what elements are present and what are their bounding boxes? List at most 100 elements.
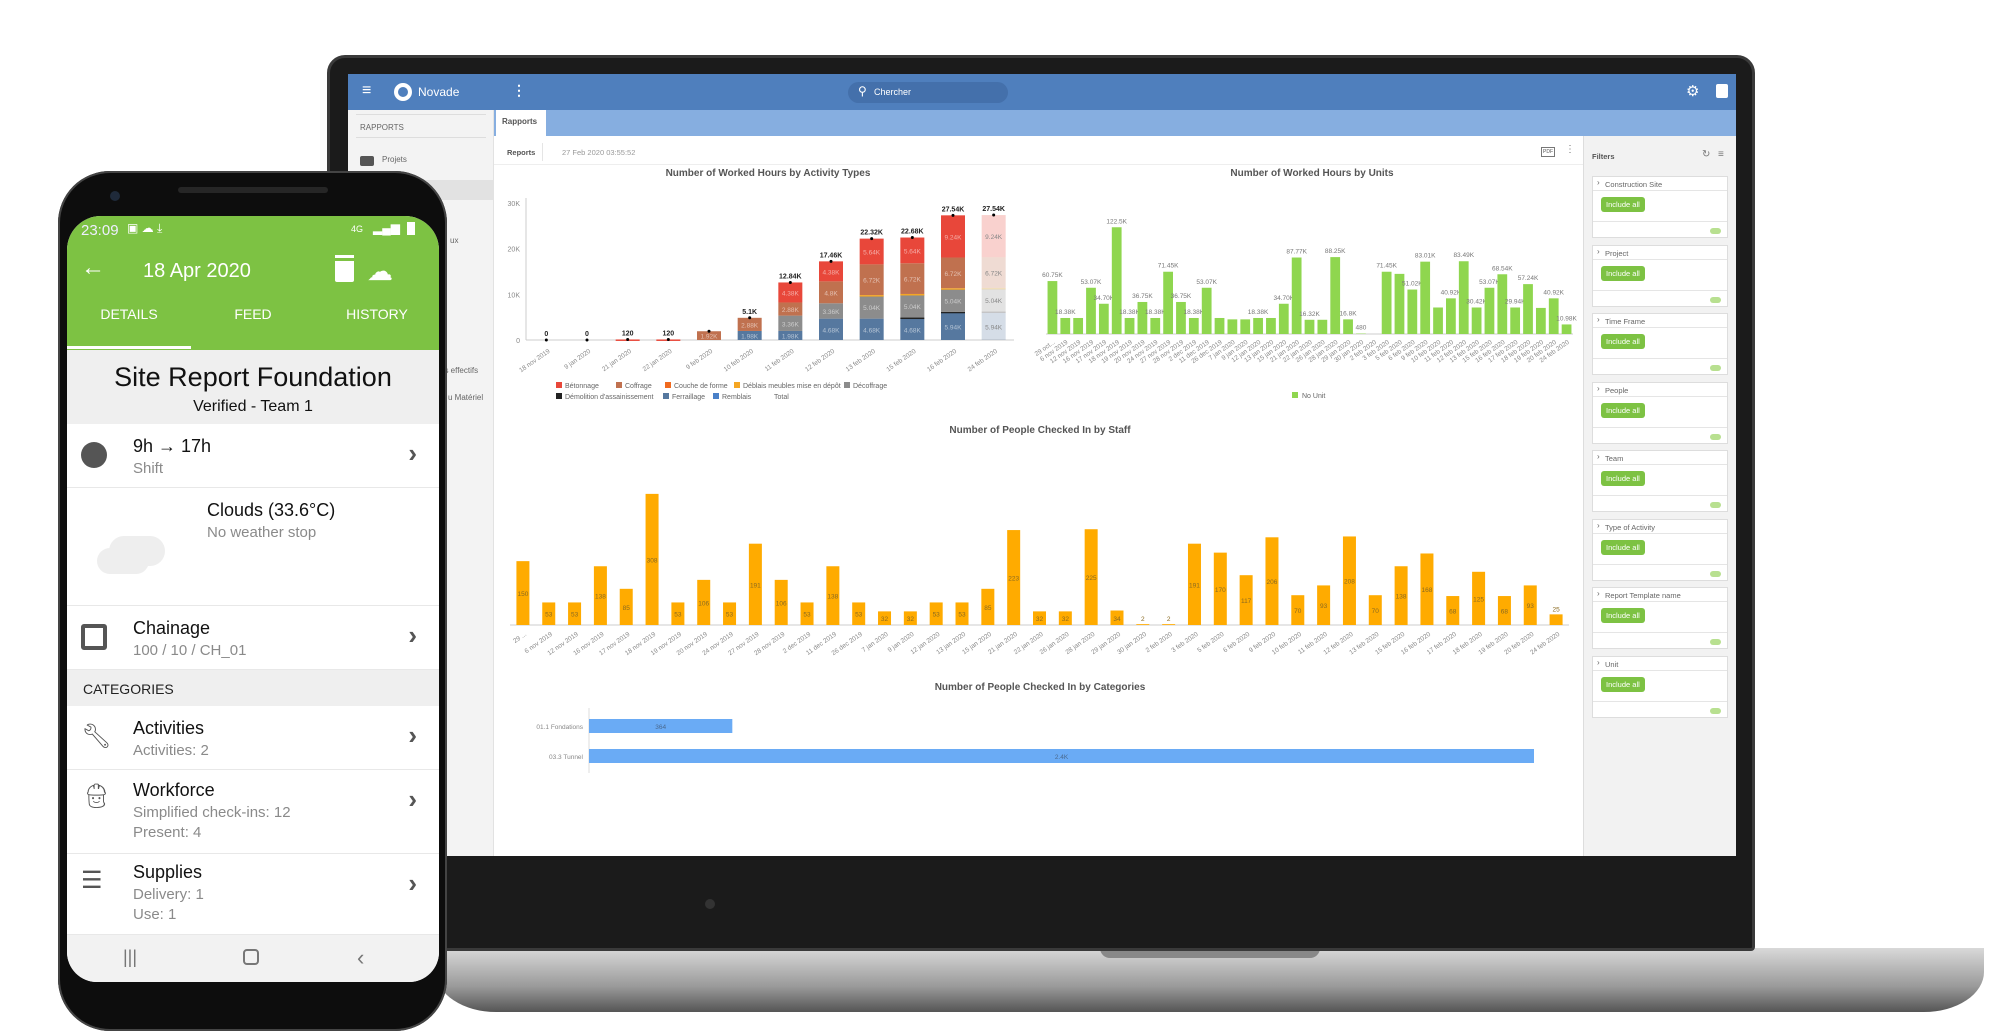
filter-group-title[interactable]: Project (1593, 246, 1727, 260)
x-tick-label: 24 feb 2020 (967, 348, 999, 374)
y-tick-label: 30K (508, 201, 521, 208)
legend-item[interactable]: Démolition d'assainissement (565, 394, 654, 401)
hamburger-menu-icon[interactable]: ≡ (362, 82, 371, 100)
data-label: 85 (984, 605, 992, 612)
bar (1382, 272, 1392, 334)
filter-toggle[interactable] (1710, 708, 1721, 714)
supplies-row[interactable]: ☰ Supplies Delivery: 1 Use: 1 › (67, 854, 439, 935)
legend-item[interactable]: Couche de forme (674, 383, 728, 390)
user-profile-icon[interactable] (1716, 84, 1728, 98)
legend-item[interactable]: Remblais (722, 394, 752, 401)
bar (1073, 318, 1083, 334)
filter-group-title[interactable]: Construction Site (1593, 177, 1727, 191)
x-tick-label: 3 feb 2020 (1170, 631, 1199, 655)
tab-rapports[interactable]: Rapports (496, 110, 546, 136)
reset-filters-icon[interactable]: ↻ (1702, 149, 1710, 160)
report-content: Reports 27 Feb 2020 03:55:52 PDF ⋮ Numbe… (494, 136, 1583, 856)
sidebar-item[interactable]: u Matériel (448, 393, 483, 402)
legend-swatch (556, 382, 562, 388)
activities-row[interactable]: 🔧︎ Activities Activities: 2 › (67, 706, 439, 770)
bar (1550, 614, 1563, 625)
home-icon[interactable] (243, 949, 259, 965)
filter-toggle[interactable] (1710, 639, 1721, 645)
total-label: 5.1K (742, 309, 757, 316)
include-all-button[interactable]: Include all (1601, 677, 1645, 692)
sidebar-item-projets[interactable]: Projets (382, 155, 407, 164)
search-input[interactable]: ⚲ Chercher (848, 82, 1008, 103)
filter-group-title[interactable]: Time Frame (1593, 314, 1727, 328)
data-label: 223 (1008, 576, 1019, 583)
legend-item[interactable]: No Unit (1302, 393, 1325, 400)
segment-label: 4.68K (863, 327, 881, 334)
filter-group-title[interactable]: Unit (1593, 657, 1727, 671)
phone-speaker (178, 187, 328, 193)
x-tick-label: 13 feb 2020 (845, 348, 877, 374)
total-label: 120 (622, 330, 634, 337)
x-tick-label: 6 feb 2020 (1222, 631, 1251, 655)
workforce-present: Present: 4 (133, 824, 201, 841)
gear-icon[interactable]: ⚙ (1686, 82, 1699, 100)
bar (1099, 304, 1109, 334)
filter-group-title[interactable]: Team (1593, 451, 1727, 465)
supplies-delivery: Delivery: 1 (133, 886, 204, 903)
chevron-right-icon: › (408, 868, 417, 899)
legend-item[interactable]: Ferraillage (672, 394, 705, 401)
filter-toggle[interactable] (1710, 228, 1721, 234)
shift-row[interactable]: 9h → 17h Shift › (67, 424, 439, 488)
chainage-row[interactable]: Chainage 100 / 10 / CH_01 › (67, 606, 439, 670)
filter-toggle[interactable] (1710, 571, 1721, 577)
include-all-button[interactable]: Include all (1601, 334, 1645, 349)
filter-toggle[interactable] (1710, 502, 1721, 508)
bar (1305, 320, 1315, 334)
data-label: 18.38K (1184, 309, 1205, 316)
data-label: 206 (1267, 579, 1278, 586)
legend-swatch (616, 382, 622, 388)
total-label: 17.46K (820, 252, 843, 259)
recent-apps-icon[interactable]: ||| (123, 947, 137, 968)
data-label: 32 (1036, 616, 1044, 623)
back-icon[interactable]: ‹ (357, 945, 364, 971)
tab-feed[interactable]: FEED (191, 306, 315, 322)
filter-group-title[interactable]: People (1593, 383, 1727, 397)
total-marker (952, 214, 955, 217)
filter-group-title[interactable]: Report Template name (1593, 588, 1727, 602)
filter-group-title[interactable]: Type of Activity (1593, 520, 1727, 534)
filter-toggle[interactable] (1710, 434, 1721, 440)
trash-icon[interactable] (335, 258, 354, 282)
legend-item[interactable]: Total (774, 394, 789, 401)
workforce-title: Workforce (133, 780, 215, 801)
data-label: 106 (776, 600, 787, 607)
bar (1523, 284, 1533, 334)
include-all-button[interactable]: Include all (1601, 540, 1645, 555)
workforce-row[interactable]: 👷︎ Workforce Simplified check-ins: 12 Pr… (67, 770, 439, 854)
tab-history[interactable]: HISTORY (315, 306, 439, 322)
bar-segment (982, 288, 1006, 290)
legend-item[interactable]: Déblais meubles mise en dépôt (743, 383, 841, 390)
data-label: 85 (623, 605, 631, 612)
battery-icon (407, 222, 415, 235)
cloud-download-icon[interactable]: ☁ (367, 256, 393, 287)
x-tick-label: 9 feb 2020 (685, 348, 714, 372)
legend-swatch (663, 393, 669, 399)
bar (1485, 288, 1495, 334)
data-label: 88.25K (1325, 248, 1346, 255)
shift-label: Shift (133, 460, 163, 477)
include-all-button[interactable]: Include all (1601, 266, 1645, 281)
legend-item[interactable]: Décoffrage (853, 383, 887, 390)
kebab-menu-icon[interactable]: ⋮ (512, 82, 526, 99)
tab-details[interactable]: DETAILS (67, 306, 191, 322)
legend-item[interactable]: Bétonnage (565, 383, 599, 390)
include-all-button[interactable]: Include all (1601, 608, 1645, 623)
sidebar-item[interactable]: ux (450, 236, 458, 245)
include-all-button[interactable]: Include all (1601, 403, 1645, 418)
legend-item[interactable]: Coffrage (625, 383, 652, 390)
back-arrow-icon[interactable]: ← (81, 254, 105, 282)
include-all-button[interactable]: Include all (1601, 471, 1645, 486)
segment-label: 5.04K (863, 305, 881, 312)
filter-toggle[interactable] (1710, 297, 1721, 303)
include-all-button[interactable]: Include all (1601, 197, 1645, 212)
filters-menu-icon[interactable]: ≡ (1718, 149, 1724, 160)
bar (1136, 624, 1149, 625)
filter-toggle[interactable] (1710, 365, 1721, 371)
bar (1343, 319, 1353, 334)
